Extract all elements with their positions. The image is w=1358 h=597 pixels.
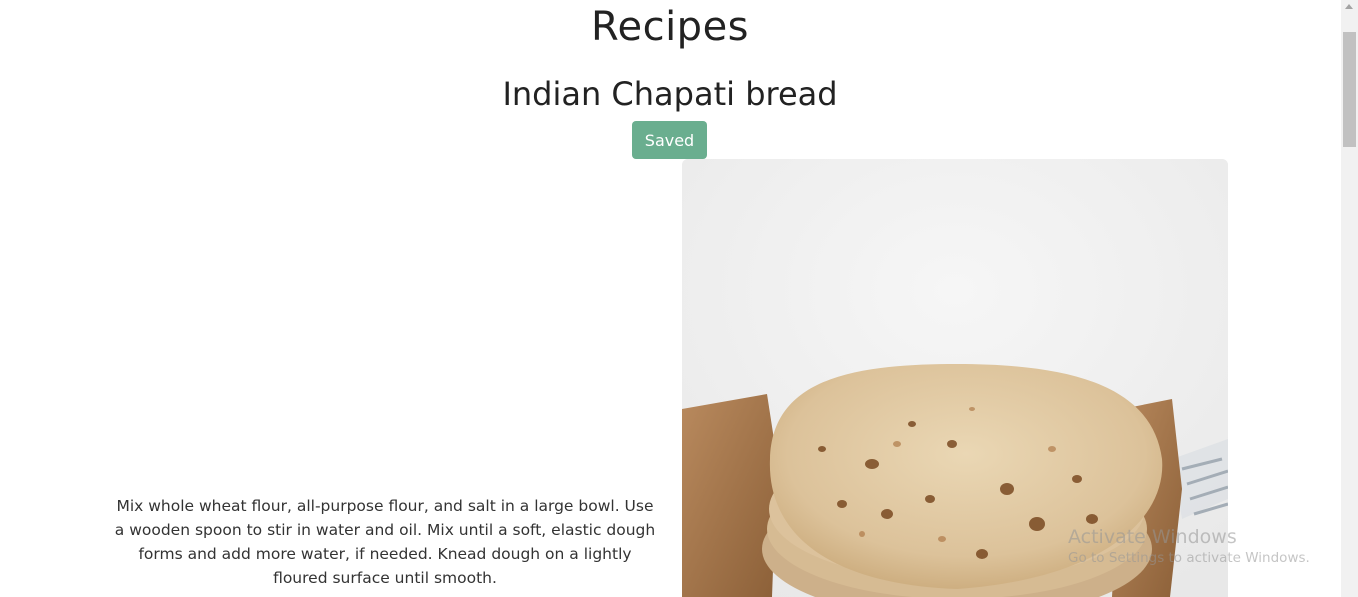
scrollbar-thumb[interactable] <box>1343 32 1356 147</box>
recipe-title: Indian Chapati bread <box>502 75 838 113</box>
vertical-scrollbar[interactable] <box>1341 0 1358 597</box>
scroll-up-arrow-icon[interactable] <box>1345 4 1353 9</box>
page-title: Recipes <box>590 4 750 50</box>
page: Recipes Indian Chapati bread Saved Mix w… <box>0 0 1358 597</box>
saved-button[interactable]: Saved <box>632 121 707 159</box>
recipe-instructions: Mix whole wheat flour, all-purpose flour… <box>114 497 656 587</box>
chapati-photo-icon <box>682 159 1228 597</box>
recipe-image <box>682 159 1228 597</box>
